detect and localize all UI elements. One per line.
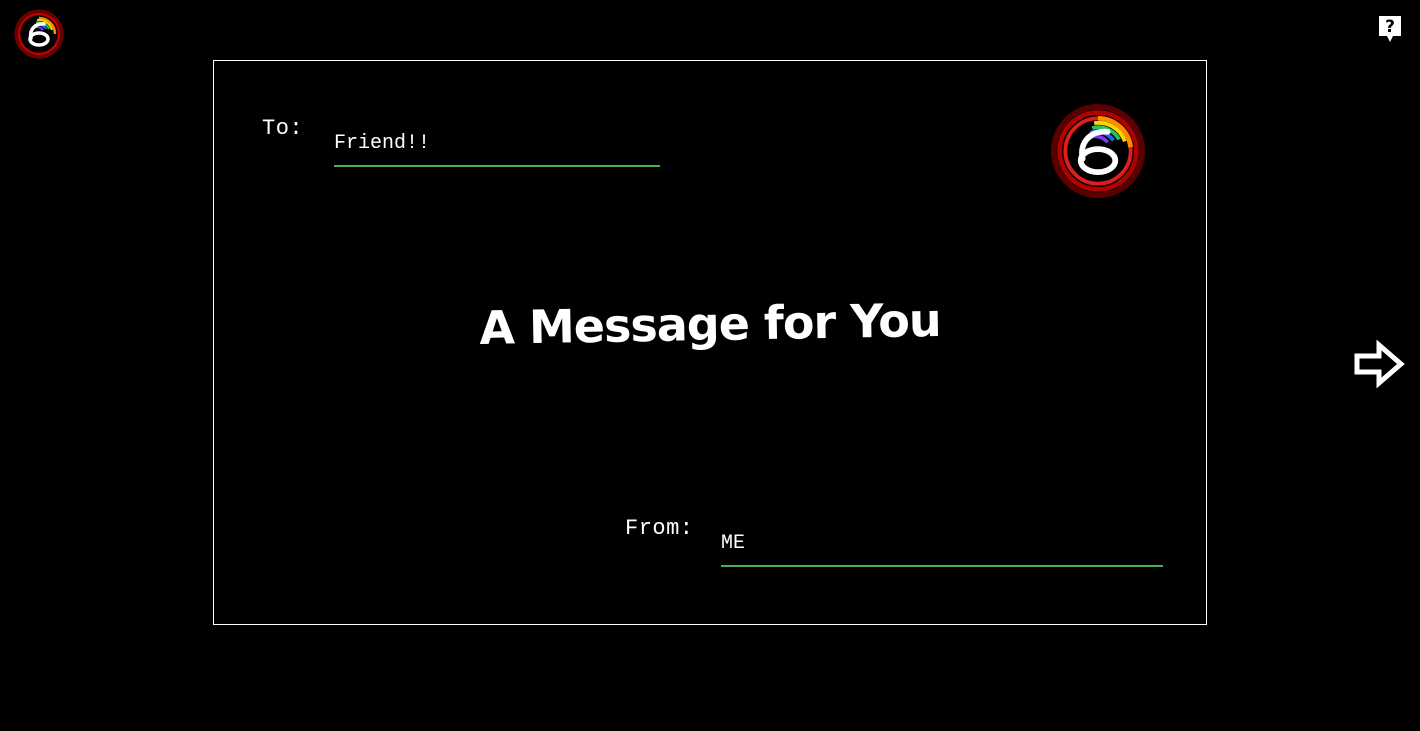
help-icon: ? <box>1379 16 1401 42</box>
next-button[interactable] <box>1353 339 1405 389</box>
arrow-right-icon <box>1354 339 1405 389</box>
from-label: From: <box>625 516 694 541</box>
to-label: To: <box>262 116 304 141</box>
app-logo[interactable] <box>14 9 64 59</box>
card-logo <box>1050 103 1146 199</box>
rainbow-six-logo-icon <box>14 9 64 59</box>
svg-text:?: ? <box>1385 17 1395 37</box>
card-title: A Message for You <box>478 292 942 356</box>
help-button[interactable]: ? <box>1377 14 1403 44</box>
from-input[interactable] <box>721 527 1163 567</box>
rainbow-six-logo-icon <box>1050 103 1146 199</box>
message-card: To: A Message for You From: <box>213 60 1207 625</box>
to-input[interactable] <box>334 127 660 167</box>
